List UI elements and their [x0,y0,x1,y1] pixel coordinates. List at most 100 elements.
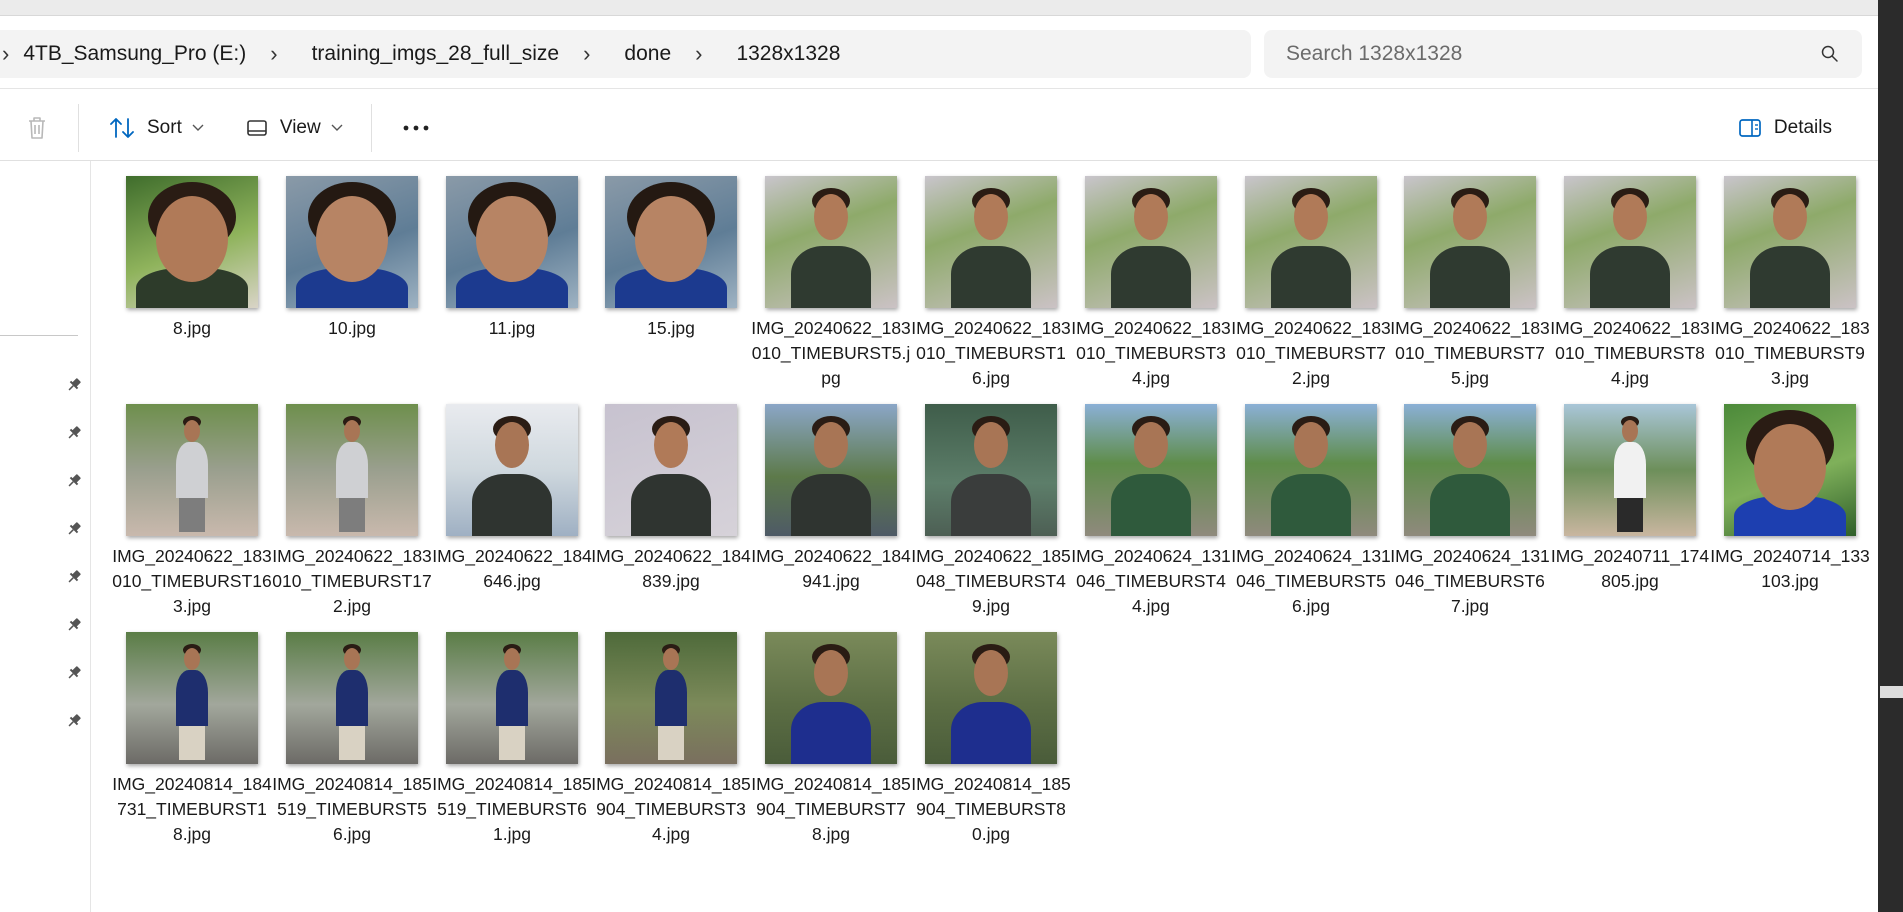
file-thumbnail[interactable] [605,632,737,764]
delete-button[interactable] [0,106,70,150]
file-item[interactable]: IMG_20240622_183010_TIMEBURST34.jpg [1071,172,1231,397]
file-name: IMG_20240814_185904_TIMEBURST80.jpg [911,774,1071,844]
file-thumbnail[interactable] [925,176,1057,308]
sort-button[interactable]: Sort [95,106,218,150]
file-thumbnail[interactable] [1564,176,1696,308]
file-name: IMG_20240622_183010_TIMEBURST163.jpg [112,546,272,616]
file-item[interactable]: 11.jpg [432,172,592,397]
file-item[interactable]: IMG_20240622_183010_TIMEBURST84.jpg [1550,172,1710,397]
file-item[interactable]: IMG_20240622_183010_TIMEBURST163.jpg [112,400,272,625]
see-more-button[interactable] [388,106,444,150]
file-item[interactable]: 15.jpg [591,172,751,397]
file-thumbnail[interactable] [1245,176,1377,308]
search-input[interactable] [1286,42,1820,66]
file-item[interactable]: IMG_20240624_131046_TIMEBURST56.jpg [1231,400,1391,625]
file-name: IMG_20240814_185904_TIMEBURST34.jpg [591,774,751,844]
file-thumbnail[interactable] [286,404,418,536]
file-thumbnail[interactable] [286,176,418,308]
file-thumbnail[interactable] [446,632,578,764]
file-thumbnail[interactable] [1404,176,1536,308]
file-item[interactable]: IMG_20240622_184646.jpg [432,400,592,625]
pin-icon[interactable] [64,471,84,491]
pin-icon[interactable] [64,711,84,731]
file-item[interactable]: IMG_20240624_131046_TIMEBURST44.jpg [1071,400,1231,625]
file-item[interactable]: IMG_20240622_183010_TIMEBURST93.jpg [1710,172,1870,397]
file-item[interactable]: IMG_20240624_131046_TIMEBURST67.jpg [1390,400,1550,625]
file-thumbnail[interactable] [1404,404,1536,536]
vertical-scrollbar[interactable] [1878,0,1903,912]
file-item[interactable]: IMG_20240622_183010_TIMEBURST16.jpg [911,172,1071,397]
breadcrumb-training-folder[interactable]: training_imgs_28_full_size [298,30,583,78]
file-item[interactable]: IMG_20240814_185904_TIMEBURST80.jpg [911,628,1071,853]
file-item[interactable]: IMG_20240622_184839.jpg [591,400,751,625]
chevron-down-icon [192,124,204,131]
file-name: IMG_20240622_184646.jpg [432,546,592,591]
file-thumbnail[interactable] [286,632,418,764]
file-thumbnail[interactable] [765,176,897,308]
divider [0,88,1878,89]
divider [0,160,1878,161]
view-button[interactable]: View [232,106,357,150]
file-name: IMG_20240622_183010_TIMEBURST172.jpg [272,546,432,616]
chevron-right-icon[interactable]: › [583,30,610,78]
file-thumbnail[interactable] [126,404,258,536]
file-thumbnail[interactable] [765,632,897,764]
file-item[interactable]: IMG_20240622_183010_TIMEBURST5.jpg [751,172,911,397]
pin-icon[interactable] [64,519,84,539]
file-item[interactable]: IMG_20240622_183010_TIMEBURST172.jpg [272,400,432,625]
file-thumbnail[interactable] [1724,176,1856,308]
file-name: IMG_20240622_184941.jpg [751,546,911,591]
file-thumbnail[interactable] [446,176,578,308]
file-item[interactable]: IMG_20240711_174805.jpg [1550,400,1710,625]
address-bar[interactable]: › 4TB_Samsung_Pro (E:) › training_imgs_2… [0,30,1251,78]
breadcrumb-done-folder[interactable]: done [610,30,695,78]
scrollbar-thumb[interactable] [1880,686,1903,698]
file-thumbnail[interactable] [1724,404,1856,536]
file-name: IMG_20240814_185904_TIMEBURST78.jpg [751,774,911,844]
file-item[interactable]: IMG_20240814_185904_TIMEBURST34.jpg [591,628,751,853]
file-item[interactable]: IMG_20240814_184731_TIMEBURST18.jpg [112,628,272,853]
more-icon [403,125,429,131]
breadcrumb-drive[interactable]: 4TB_Samsung_Pro (E:) [9,30,270,78]
file-item[interactable]: IMG_20240814_185904_TIMEBURST78.jpg [751,628,911,853]
file-name: IMG_20240624_131046_TIMEBURST56.jpg [1231,546,1391,616]
file-name: IMG_20240714_133103.jpg [1710,546,1870,591]
file-thumbnail[interactable] [126,632,258,764]
file-thumbnail[interactable] [765,404,897,536]
pin-icon[interactable] [64,423,84,443]
file-item[interactable]: IMG_20240622_183010_TIMEBURST72.jpg [1231,172,1391,397]
file-item[interactable]: IMG_20240814_185519_TIMEBURST56.jpg [272,628,432,853]
file-thumbnail[interactable] [1245,404,1377,536]
chevron-right-icon[interactable]: › [0,30,9,78]
file-name: IMG_20240622_184839.jpg [591,546,751,591]
file-thumbnail[interactable] [605,404,737,536]
file-thumbnail[interactable] [1085,176,1217,308]
search-icon[interactable] [1820,44,1840,64]
file-thumbnail[interactable] [1085,404,1217,536]
chevron-right-icon[interactable]: › [695,30,722,78]
file-item[interactable]: IMG_20240622_184941.jpg [751,400,911,625]
file-thumbnail[interactable] [1564,404,1696,536]
file-thumbnail[interactable] [605,176,737,308]
pin-icon[interactable] [64,663,84,683]
file-thumbnail[interactable] [126,176,258,308]
pin-icon[interactable] [64,567,84,587]
breadcrumb-current-folder[interactable]: 1328x1328 [722,30,864,78]
file-name: IMG_20240622_183010_TIMEBURST34.jpg [1071,318,1231,388]
window-top-strip [0,0,1878,16]
search-box[interactable] [1264,30,1862,78]
file-item[interactable]: IMG_20240622_183010_TIMEBURST75.jpg [1390,172,1550,397]
file-item[interactable]: IMG_20240814_185519_TIMEBURST61.jpg [432,628,592,853]
file-thumbnail[interactable] [925,404,1057,536]
chevron-right-icon[interactable]: › [270,30,297,78]
file-item[interactable]: IMG_20240622_185048_TIMEBURST49.jpg [911,400,1071,625]
file-thumbnail[interactable] [446,404,578,536]
file-item[interactable]: IMG_20240714_133103.jpg [1710,400,1870,625]
view-icon [247,120,267,136]
file-thumbnail[interactable] [925,632,1057,764]
file-item[interactable]: 8.jpg [112,172,272,397]
pin-icon[interactable] [64,615,84,635]
pin-icon[interactable] [64,375,84,395]
details-button[interactable]: Details [1724,106,1846,150]
file-item[interactable]: 10.jpg [272,172,432,397]
